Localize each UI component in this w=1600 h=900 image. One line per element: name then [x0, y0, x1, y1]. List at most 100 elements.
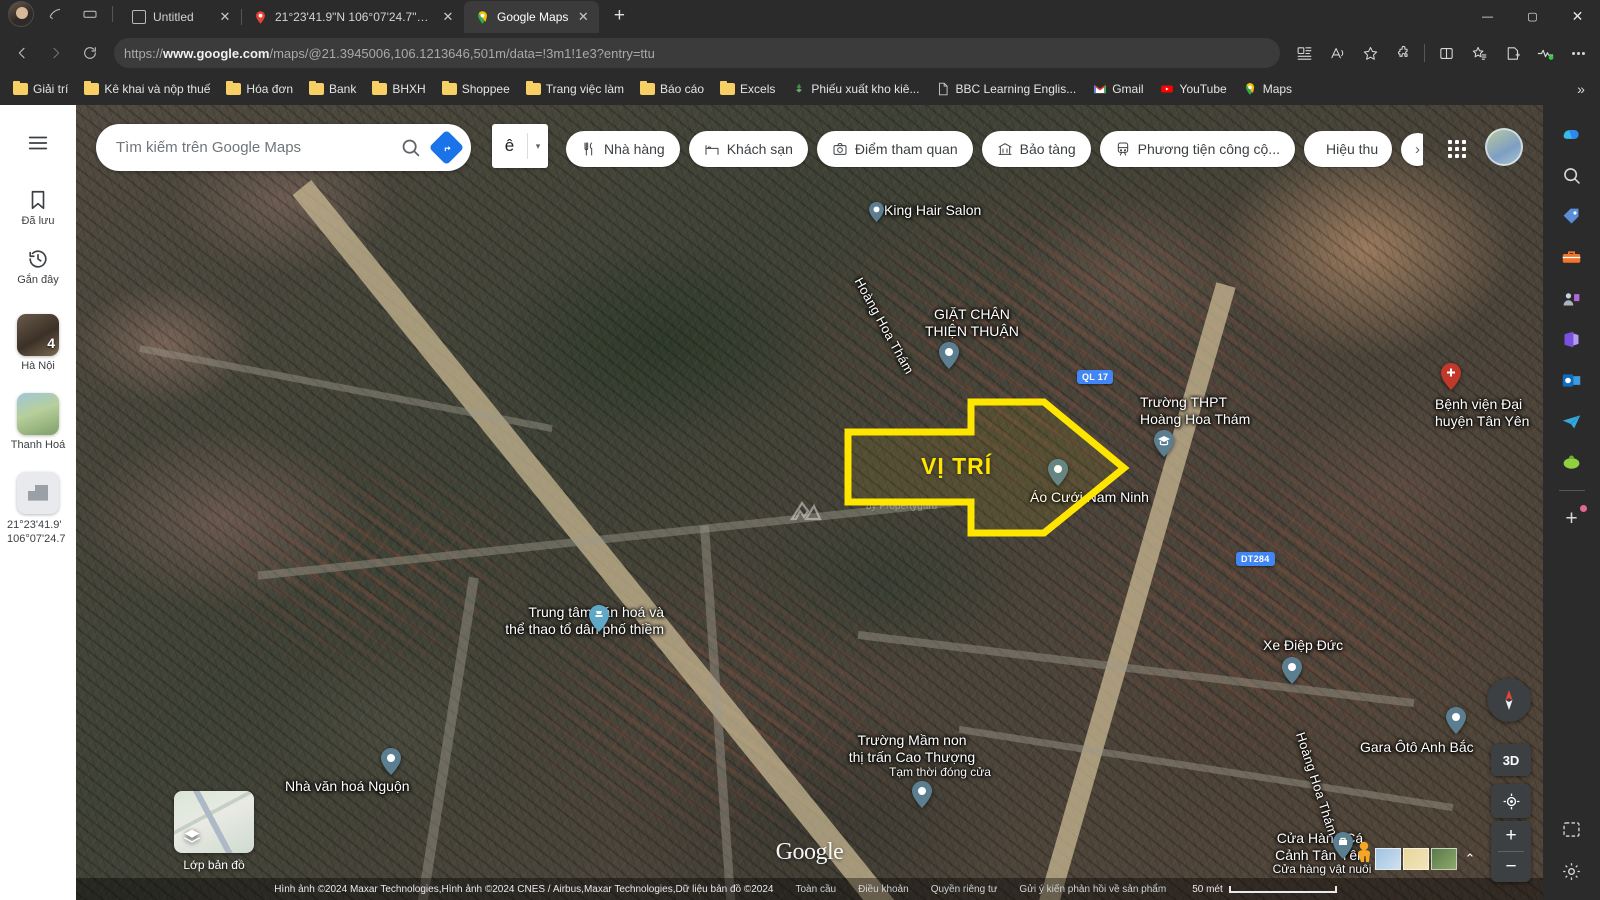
map-canvas[interactable]: King Hair Salon GIẶT CHÂN THIỆN THUẬN Tr…: [76, 105, 1543, 900]
3d-toggle-button[interactable]: 3D: [1491, 744, 1531, 776]
workspaces-icon[interactable]: [44, 2, 68, 26]
add-app-icon[interactable]: +: [1553, 500, 1591, 538]
settings-more-icon[interactable]: [1562, 38, 1594, 68]
search-input[interactable]: [116, 139, 393, 156]
bookmark-shoppee[interactable]: Shoppee: [435, 79, 517, 99]
footer-link-privacy[interactable]: Quyền riêng tư: [931, 884, 998, 895]
settings-gear-icon[interactable]: [1553, 852, 1591, 890]
layers-widget[interactable]: Lớp bản đồ: [174, 791, 254, 872]
back-icon[interactable]: [6, 37, 38, 69]
input-method-selector[interactable]: ê ▾: [492, 124, 548, 168]
bookmark-giai-tri[interactable]: Giải trí: [6, 79, 75, 99]
directions-icon[interactable]: [427, 129, 465, 167]
bookmark-trang-viec-lam[interactable]: Trang việc làm: [519, 79, 631, 99]
hamburger-menu-icon[interactable]: [18, 123, 58, 163]
copilot-icon[interactable]: [1553, 115, 1591, 153]
collections-icon[interactable]: [1463, 38, 1495, 68]
recent-place-coordinates[interactable]: 21°23'41.9' 106°07'24.7: [0, 462, 76, 557]
bookmark-bbc-learning[interactable]: BBC Learning Englis...: [928, 79, 1083, 100]
maximize-button[interactable]: ▢: [1510, 0, 1555, 33]
bookmarks-overflow-icon[interactable]: »: [1568, 76, 1594, 102]
layers-thumbnail[interactable]: [174, 791, 254, 853]
basemap-tile-default[interactable]: [1375, 848, 1401, 870]
tab-google-maps[interactable]: Google Maps ✕: [464, 1, 599, 33]
tab-untitled[interactable]: Untitled ✕: [121, 1, 241, 33]
search-icon[interactable]: [1553, 156, 1591, 194]
screenshot-icon[interactable]: [1553, 810, 1591, 848]
close-icon[interactable]: ✕: [440, 9, 456, 25]
map-pin-nha-van-hoa[interactable]: [381, 748, 401, 775]
bookmark-excels[interactable]: Excels: [713, 79, 782, 99]
bookmark-ke-khai[interactable]: Kê khai và nộp thuế: [77, 79, 217, 99]
search-icon[interactable]: [393, 137, 427, 158]
telegram-icon[interactable]: [1553, 402, 1591, 440]
map-pin-giat-chan[interactable]: [939, 342, 959, 369]
tools-icon[interactable]: [1553, 238, 1591, 276]
zoom-out-button[interactable]: −: [1491, 852, 1531, 882]
google-apps-icon[interactable]: [1439, 131, 1475, 167]
map-pin-truong-mam-non[interactable]: [912, 781, 932, 808]
browser-essentials-icon[interactable]: [1529, 38, 1561, 68]
chip-restaurants[interactable]: Nhà hàng: [566, 131, 680, 167]
chip-pharmacy[interactable]: Hiệu thu: [1304, 131, 1392, 167]
search-bar[interactable]: [96, 124, 471, 171]
compass-icon[interactable]: [1487, 678, 1531, 722]
bookmark-gmail[interactable]: Gmail: [1085, 79, 1150, 100]
map-pin-trung-tam-van-hoa[interactable]: [589, 605, 609, 632]
basemap-tile-satellite[interactable]: [1431, 848, 1457, 870]
bookmark-phieu-xuat-kho[interactable]: Phiếu xuất kho kiê...: [784, 79, 926, 100]
address-input[interactable]: https://www.google.com/maps/@21.3945006,…: [114, 38, 1280, 68]
basemap-tile-terrain[interactable]: [1403, 848, 1429, 870]
map-pin-cua-hang-ca[interactable]: [1333, 832, 1353, 859]
sidebar-item-recent[interactable]: Gắn đây: [0, 238, 76, 297]
add-favorite-icon[interactable]: [1496, 38, 1528, 68]
chip-transit[interactable]: Phương tiện công cộ...: [1100, 131, 1295, 167]
chip-museums[interactable]: Bảo tàng: [982, 131, 1091, 167]
map-pin-gara-oto[interactable]: [1446, 707, 1466, 734]
bookmark-maps[interactable]: Maps: [1236, 79, 1299, 100]
refresh-icon[interactable]: [74, 37, 106, 69]
map-pin-xe-diep-duc[interactable]: [1282, 657, 1302, 684]
tab-coordinates[interactable]: 21°23'41.9"N 106°07'24.7"E - Go ✕: [242, 1, 464, 33]
split-pane-icon[interactable]: [1430, 38, 1462, 68]
bookmark-hoa-don[interactable]: Hóa đơn: [219, 79, 300, 99]
favorites-star-icon[interactable]: [1354, 38, 1386, 68]
close-icon[interactable]: ✕: [217, 9, 233, 25]
chevron-down-icon[interactable]: ▾: [528, 141, 548, 152]
map-pin-benh-vien[interactable]: [1441, 363, 1461, 390]
chip-attractions[interactable]: Điểm tham quan: [817, 131, 973, 167]
read-aloud-icon[interactable]: [1321, 38, 1353, 68]
bookmark-bhxh[interactable]: BHXH: [365, 79, 432, 99]
close-window-button[interactable]: ✕: [1555, 0, 1600, 33]
basemap-expand-icon[interactable]: ⌃: [1459, 848, 1481, 870]
account-avatar[interactable]: [1485, 128, 1523, 166]
map-pin-truong-thpt[interactable]: [1154, 430, 1174, 457]
shopping-tag-icon[interactable]: [1553, 197, 1591, 235]
tab-actions-icon[interactable]: [78, 2, 102, 26]
recent-place-thanhhoa[interactable]: Thanh Hoá: [0, 383, 76, 462]
pegman-street-view-icon[interactable]: [1353, 840, 1375, 870]
extensions-icon[interactable]: [1387, 38, 1419, 68]
chips-next-button[interactable]: ›: [1401, 133, 1423, 166]
profile-avatar-button[interactable]: [8, 1, 34, 27]
bookmark-bao-cao[interactable]: Báo cáo: [633, 79, 711, 99]
split-screen-icon[interactable]: [1288, 38, 1320, 68]
sidebar-item-saved[interactable]: Đã lưu: [0, 179, 76, 238]
games-icon[interactable]: [1553, 279, 1591, 317]
bookmark-youtube[interactable]: YouTube: [1153, 79, 1234, 100]
footer-link-terms[interactable]: Điều khoản: [858, 884, 909, 895]
close-icon[interactable]: ✕: [575, 9, 591, 25]
new-tab-button[interactable]: +: [605, 2, 633, 30]
bookmark-bank[interactable]: Bank: [302, 79, 363, 99]
outlook-icon[interactable]: [1553, 361, 1591, 399]
zoom-in-button[interactable]: +: [1491, 821, 1531, 851]
dropbox-icon[interactable]: [1553, 443, 1591, 481]
basemap-selector[interactable]: ⌃: [1375, 848, 1481, 870]
office-icon[interactable]: [1553, 320, 1591, 358]
recent-place-hanoi[interactable]: 4 Hà Nội: [0, 296, 76, 383]
minimize-button[interactable]: —: [1465, 0, 1510, 33]
footer-link-feedback[interactable]: Gửi ý kiến phản hồi về sản phẩm: [1019, 884, 1166, 895]
footer-link-global[interactable]: Toàn cầu: [796, 884, 837, 895]
chip-hotels[interactable]: Khách sạn: [689, 131, 808, 167]
forward-icon[interactable]: [40, 37, 72, 69]
